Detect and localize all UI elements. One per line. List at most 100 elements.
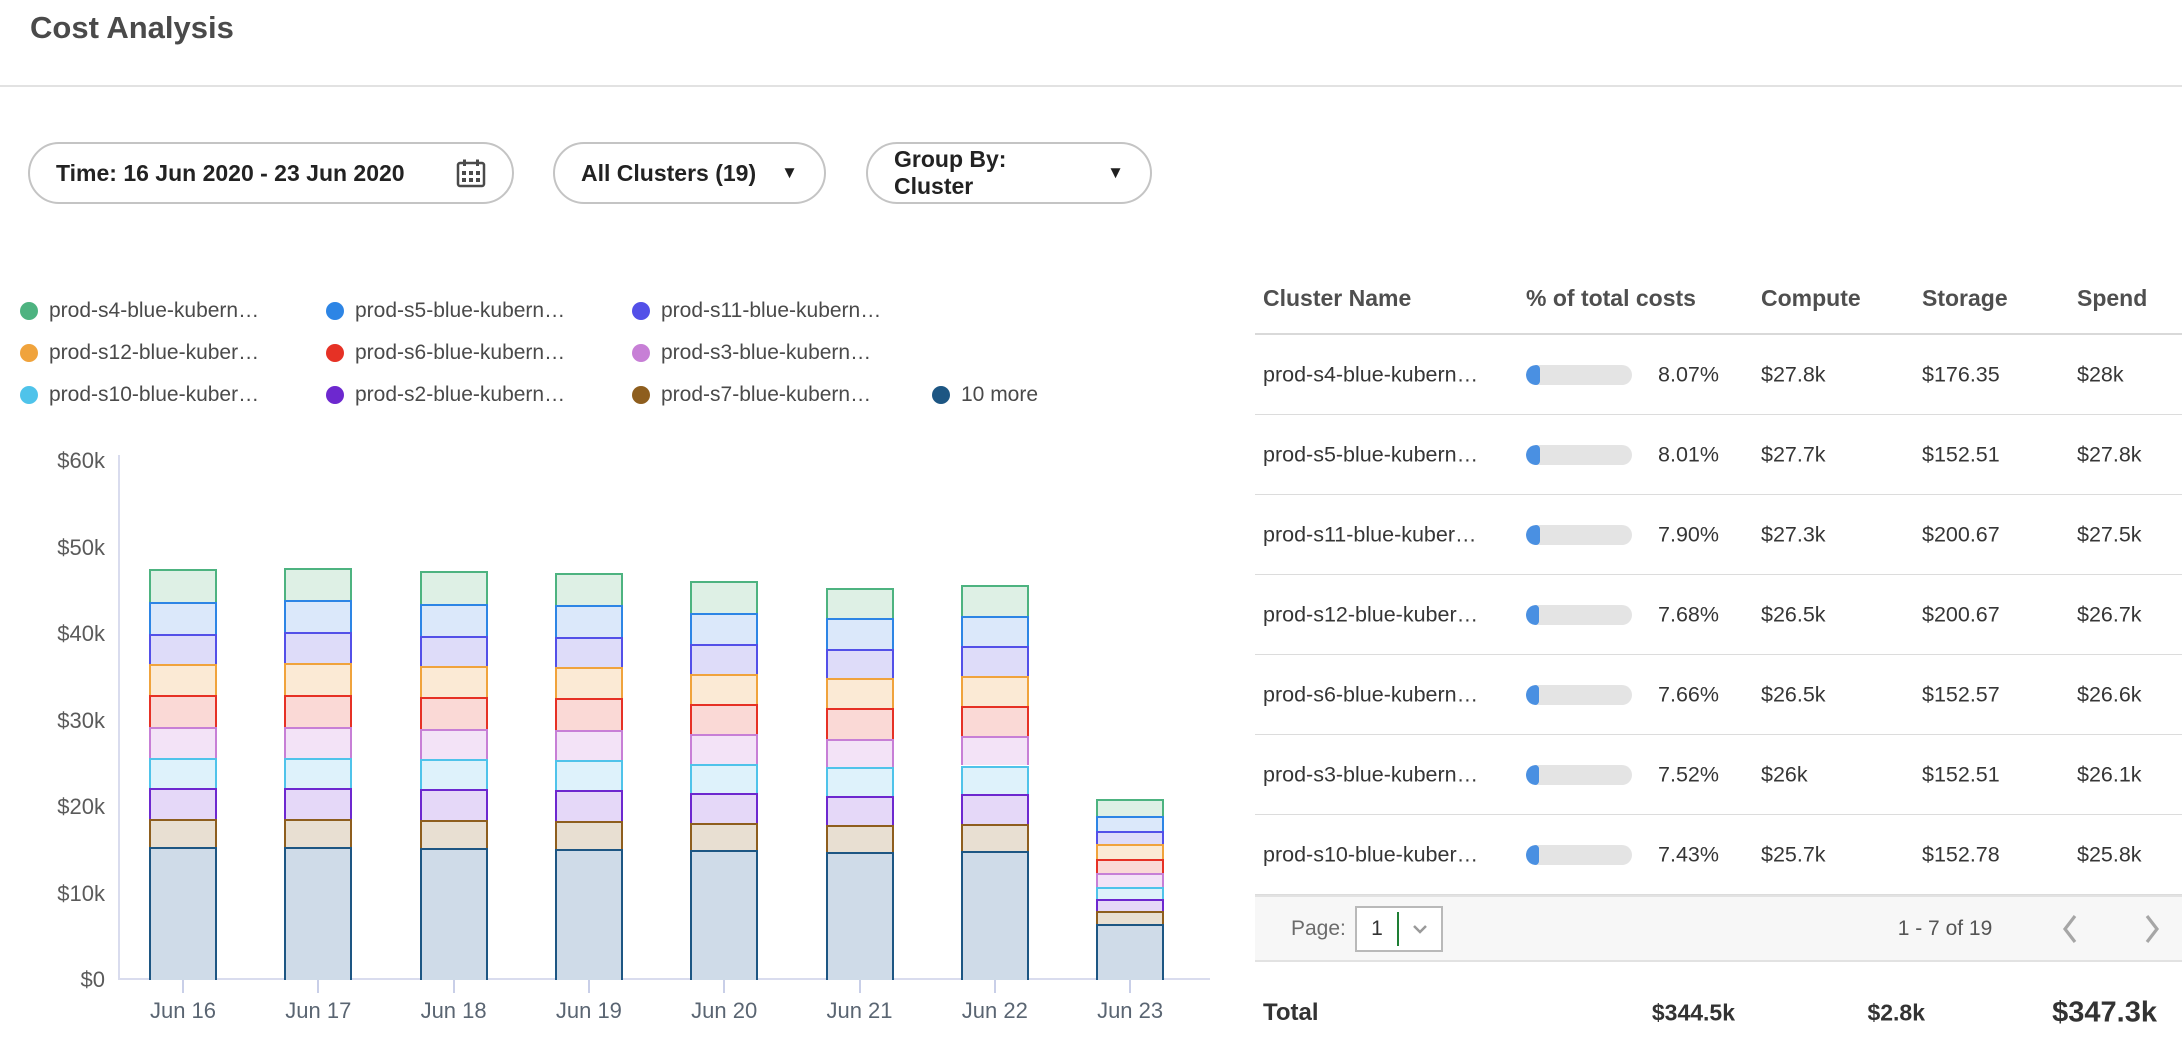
bar-segment[interactable] — [1096, 799, 1164, 815]
bar-segment[interactable] — [690, 613, 758, 644]
group-by-dropdown[interactable]: Group By: Cluster ▼ — [866, 142, 1152, 204]
legend-item[interactable]: 10 more — [932, 383, 1038, 407]
bar-segment[interactable] — [1096, 911, 1164, 924]
bar-segment[interactable] — [149, 602, 217, 634]
cluster-name-link[interactable]: prod-s4-blue-kubern… — [1263, 362, 1478, 387]
chevron-right-icon[interactable] — [2143, 913, 2161, 945]
legend-item[interactable]: prod-s12-blue-kuber… — [20, 341, 326, 365]
bar-segment[interactable] — [690, 850, 758, 980]
cluster-name-link[interactable]: prod-s12-blue-kuber… — [1263, 602, 1478, 627]
bar-segment[interactable] — [690, 734, 758, 763]
bar-segment[interactable] — [826, 796, 894, 825]
bar-segment[interactable] — [555, 821, 623, 849]
bar-segment[interactable] — [961, 824, 1029, 851]
bar-segment[interactable] — [1096, 844, 1164, 859]
bar-segment[interactable] — [961, 766, 1029, 795]
clusters-filter-dropdown[interactable]: All Clusters (19) ▼ — [553, 142, 826, 204]
bar-segment[interactable] — [284, 727, 352, 757]
bar-segment[interactable] — [555, 698, 623, 730]
bar-segment[interactable] — [149, 847, 217, 980]
bar-segment[interactable] — [420, 848, 488, 980]
bar-segment[interactable] — [284, 847, 352, 980]
bar-segment[interactable] — [420, 820, 488, 848]
legend-item[interactable]: prod-s5-blue-kubern… — [326, 299, 632, 323]
bar-segment[interactable] — [284, 819, 352, 847]
legend-item[interactable]: prod-s10-blue-kuber… — [20, 383, 326, 407]
page-select[interactable]: 1 — [1355, 906, 1443, 952]
cluster-name-link[interactable]: prod-s5-blue-kubern… — [1263, 442, 1478, 467]
bar-segment[interactable] — [555, 790, 623, 821]
bar-segment[interactable] — [826, 618, 894, 648]
legend-item[interactable]: prod-s7-blue-kubern… — [632, 383, 938, 407]
bar-segment[interactable] — [1096, 831, 1164, 844]
bar-segment[interactable] — [826, 708, 894, 738]
bar-segment[interactable] — [555, 849, 623, 980]
cluster-name-link[interactable]: prod-s6-blue-kubern… — [1263, 682, 1478, 707]
bar-segment[interactable] — [555, 605, 623, 637]
cluster-name-link[interactable]: prod-s11-blue-kuber… — [1263, 522, 1477, 547]
bar-segment[interactable] — [826, 678, 894, 708]
bar-segment[interactable] — [149, 634, 217, 664]
bar-segment[interactable] — [149, 819, 217, 847]
bar-segment[interactable] — [1096, 873, 1164, 888]
bar-segment[interactable] — [284, 663, 352, 695]
bar-segment[interactable] — [961, 794, 1029, 824]
legend-item[interactable]: prod-s2-blue-kubern… — [326, 383, 632, 407]
bar-segment[interactable] — [961, 646, 1029, 675]
time-range-filter[interactable]: Time: 16 Jun 2020 - 23 Jun 2020 — [28, 142, 514, 204]
bar-segment[interactable] — [284, 758, 352, 788]
bar-segment[interactable] — [1096, 887, 1164, 898]
bar-segment[interactable] — [284, 600, 352, 632]
bar-segment[interactable] — [690, 764, 758, 793]
bar-segment[interactable] — [149, 727, 217, 757]
bar-segment[interactable] — [284, 695, 352, 727]
legend-item[interactable]: prod-s4-blue-kubern… — [20, 299, 326, 323]
bar-segment[interactable] — [690, 581, 758, 613]
bar-segment[interactable] — [690, 704, 758, 734]
bar-segment[interactable] — [420, 666, 488, 697]
bar-segment[interactable] — [690, 644, 758, 673]
cluster-name-link[interactable]: prod-s3-blue-kubern… — [1263, 762, 1478, 787]
legend-item[interactable]: prod-s11-blue-kubern… — [632, 299, 881, 323]
bar-segment[interactable] — [826, 588, 894, 618]
bar-segment[interactable] — [149, 758, 217, 788]
legend-item[interactable]: prod-s3-blue-kubern… — [632, 341, 871, 365]
bar-segment[interactable] — [690, 793, 758, 823]
bar-segment[interactable] — [961, 851, 1029, 980]
bar-segment[interactable] — [149, 788, 217, 819]
bar-segment[interactable] — [826, 767, 894, 796]
bar-segment[interactable] — [826, 852, 894, 980]
bar-segment[interactable] — [961, 585, 1029, 616]
bar-segment[interactable] — [149, 664, 217, 695]
bar-segment[interactable] — [961, 676, 1029, 706]
bar-segment[interactable] — [149, 695, 217, 727]
bar-segment[interactable] — [420, 789, 488, 820]
bar-segment[interactable] — [555, 573, 623, 605]
bar-segment[interactable] — [690, 823, 758, 850]
bar-segment[interactable] — [420, 571, 488, 604]
bar-segment[interactable] — [420, 697, 488, 729]
bar-segment[interactable] — [961, 616, 1029, 646]
bar-segment[interactable] — [420, 759, 488, 788]
bar-segment[interactable] — [420, 604, 488, 636]
bar-segment[interactable] — [555, 760, 623, 789]
bar-segment[interactable] — [284, 568, 352, 600]
bar-segment[interactable] — [284, 632, 352, 663]
bar-segment[interactable] — [555, 667, 623, 698]
bar-segment[interactable] — [826, 825, 894, 852]
bar-segment[interactable] — [420, 729, 488, 759]
bar-segment[interactable] — [1096, 816, 1164, 832]
bar-segment[interactable] — [555, 730, 623, 760]
bar-segment[interactable] — [1096, 899, 1164, 911]
legend-item[interactable]: prod-s6-blue-kubern… — [326, 341, 632, 365]
bar-segment[interactable] — [961, 706, 1029, 736]
bar-segment[interactable] — [420, 636, 488, 666]
bar-segment[interactable] — [149, 569, 217, 602]
bar-segment[interactable] — [826, 649, 894, 678]
bar-segment[interactable] — [555, 637, 623, 667]
bar-segment[interactable] — [1096, 924, 1164, 980]
chevron-left-icon[interactable] — [2061, 913, 2079, 945]
bar-segment[interactable] — [826, 739, 894, 768]
bar-segment[interactable] — [1096, 859, 1164, 873]
cluster-name-link[interactable]: prod-s10-blue-kuber… — [1263, 842, 1478, 867]
